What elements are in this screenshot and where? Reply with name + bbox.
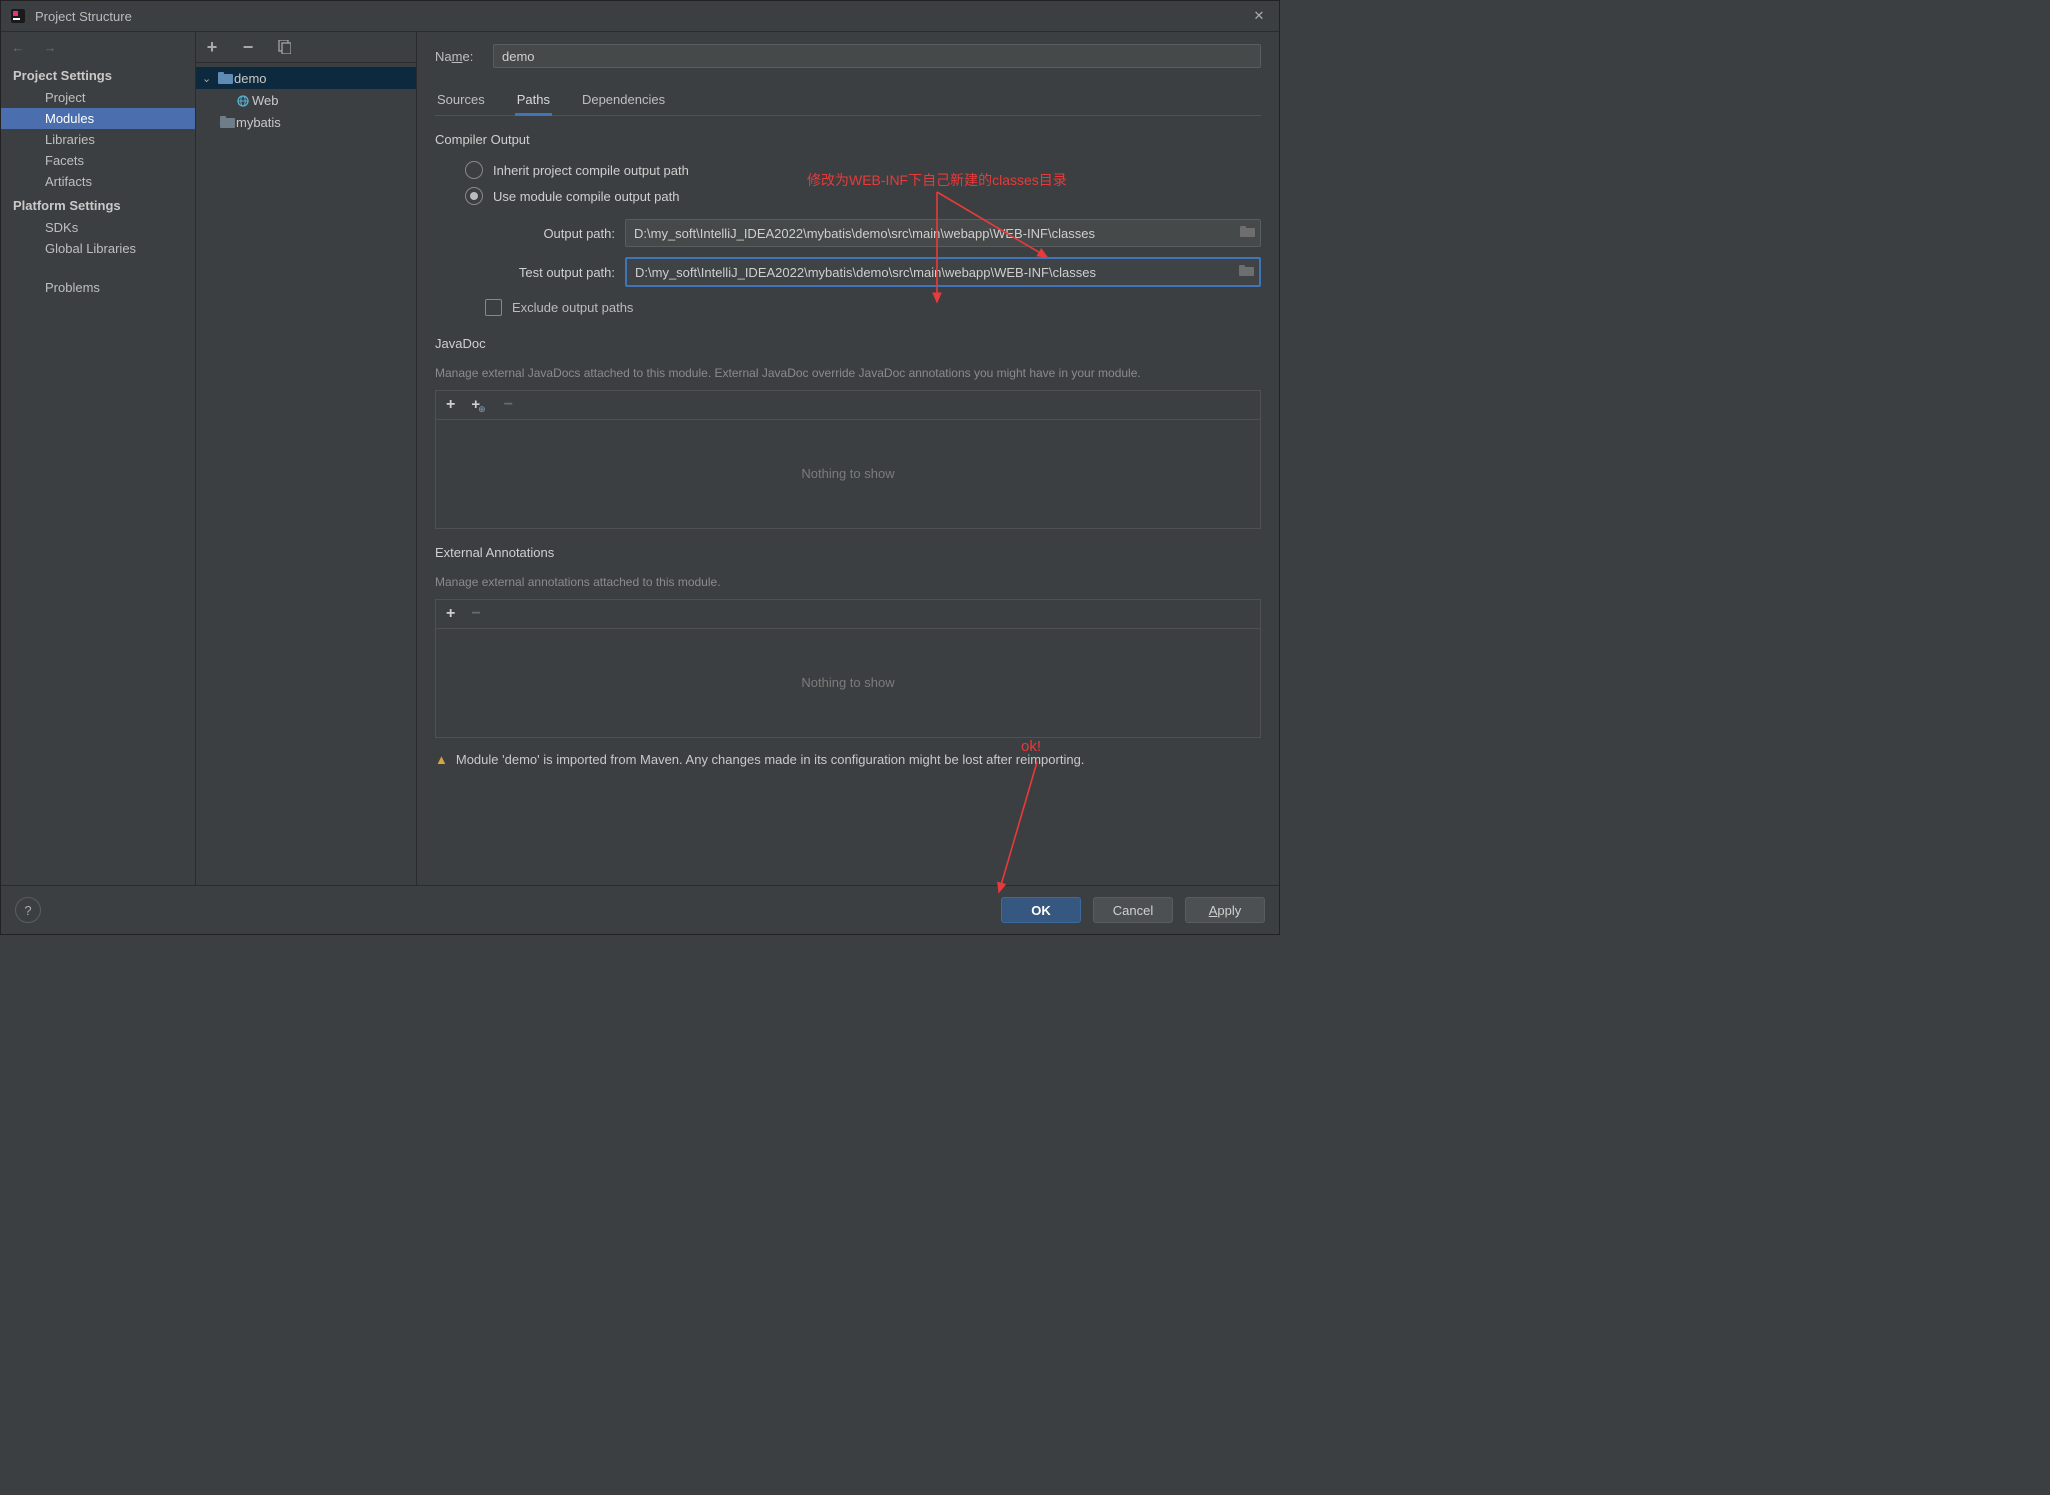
javadoc-list: Nothing to show [435, 419, 1261, 529]
add-icon[interactable]: + [446, 396, 455, 414]
test-output-path-field[interactable]: D:\my_soft\IntelliJ_IDEA2022\mybatis\dem… [625, 257, 1261, 287]
tab-paths[interactable]: Paths [515, 86, 552, 116]
nav-back-icon[interactable]: ← [11, 40, 25, 55]
radio-inherit-label: Inherit project compile output path [493, 163, 689, 178]
javadoc-desc: Manage external JavaDocs attached to thi… [435, 365, 1261, 382]
tree-node-demo[interactable]: ⌄ demo [196, 67, 416, 89]
sidebar-item-global-libraries[interactable]: Global Libraries [1, 238, 195, 259]
sidebar-item-problems[interactable]: Problems [1, 277, 195, 298]
help-button[interactable]: ? [15, 897, 41, 923]
module-tree-panel: + − ⌄ demo Web [196, 32, 417, 885]
test-output-path-label: Test output path: [435, 265, 625, 280]
checkbox-icon [485, 299, 502, 316]
compiler-output-header: Compiler Output [435, 132, 1261, 147]
warning-icon: ▲ [435, 752, 448, 767]
project-settings-header: Project Settings [1, 62, 195, 87]
sidebar-item-facets[interactable]: Facets [1, 150, 195, 171]
settings-sidebar: ← → Project Settings Project Modules Lib… [1, 32, 196, 885]
tab-dependencies[interactable]: Dependencies [580, 86, 667, 115]
app-icon [9, 7, 27, 25]
sidebar-item-artifacts[interactable]: Artifacts [1, 171, 195, 192]
external-annotations-list: Nothing to show [435, 628, 1261, 738]
radio-inherit[interactable]: Inherit project compile output path [435, 157, 1261, 183]
ext-anno-empty-text: Nothing to show [801, 675, 894, 690]
web-facet-icon [234, 94, 252, 107]
add-module-icon[interactable]: + [204, 37, 220, 58]
radio-icon [465, 161, 483, 179]
nav-forward-icon[interactable]: → [43, 40, 57, 55]
sidebar-item-libraries[interactable]: Libraries [1, 129, 195, 150]
add-url-icon[interactable]: +⊕ [471, 396, 487, 413]
tree-label-web: Web [252, 93, 279, 108]
remove-icon[interactable]: − [504, 396, 513, 414]
javadoc-empty-text: Nothing to show [801, 466, 894, 481]
name-label: Name: [435, 49, 493, 64]
test-output-path-value: D:\my_soft\IntelliJ_IDEA2022\mybatis\dem… [627, 265, 1233, 280]
tab-sources[interactable]: Sources [435, 86, 487, 115]
cancel-button[interactable]: Cancel [1093, 897, 1173, 923]
remove-icon[interactable]: − [471, 605, 480, 623]
warning-text: Module 'demo' is imported from Maven. An… [456, 752, 1085, 767]
copy-module-icon[interactable] [276, 40, 292, 54]
exclude-output-checkbox[interactable]: Exclude output paths [435, 287, 1261, 320]
module-folder-icon [216, 72, 234, 85]
window-title: Project Structure [35, 9, 1239, 24]
javadoc-header: JavaDoc [435, 336, 1261, 351]
external-annotations-header: External Annotations [435, 545, 1261, 560]
radio-module-label: Use module compile output path [493, 189, 679, 204]
add-icon[interactable]: + [446, 605, 455, 623]
sidebar-item-project[interactable]: Project [1, 87, 195, 108]
dialog-footer: ? OK Cancel Apply [1, 885, 1279, 934]
platform-settings-header: Platform Settings [1, 192, 195, 217]
apply-button[interactable]: Apply [1185, 897, 1265, 923]
module-content: Name: Sources Paths Dependencies Compile… [417, 32, 1279, 885]
close-icon[interactable]: ✕ [1239, 1, 1279, 31]
chevron-down-icon[interactable]: ⌄ [202, 72, 216, 85]
tree-label-mybatis: mybatis [236, 115, 281, 130]
browse-icon[interactable] [1233, 265, 1259, 280]
tree-node-mybatis[interactable]: mybatis [196, 111, 416, 133]
tree-label-demo: demo [234, 71, 267, 86]
exclude-output-label: Exclude output paths [512, 300, 633, 315]
output-path-label: Output path: [435, 226, 625, 241]
radio-checked-icon [465, 187, 483, 205]
remove-module-icon[interactable]: − [240, 37, 256, 58]
radio-module[interactable]: Use module compile output path [435, 183, 1261, 209]
tree-node-web[interactable]: Web [196, 89, 416, 111]
output-path-field[interactable]: D:\my_soft\IntelliJ_IDEA2022\mybatis\dem… [625, 219, 1261, 247]
output-path-value: D:\my_soft\IntelliJ_IDEA2022\mybatis\dem… [626, 226, 1234, 241]
sidebar-item-modules[interactable]: Modules [1, 108, 195, 129]
titlebar: Project Structure ✕ [1, 1, 1279, 32]
module-name-input[interactable] [493, 44, 1261, 68]
external-annotations-desc: Manage external annotations attached to … [435, 574, 1261, 591]
sidebar-item-sdks[interactable]: SDKs [1, 217, 195, 238]
ok-button[interactable]: OK [1001, 897, 1081, 923]
browse-icon[interactable] [1234, 226, 1260, 241]
module-folder-icon [218, 116, 236, 129]
